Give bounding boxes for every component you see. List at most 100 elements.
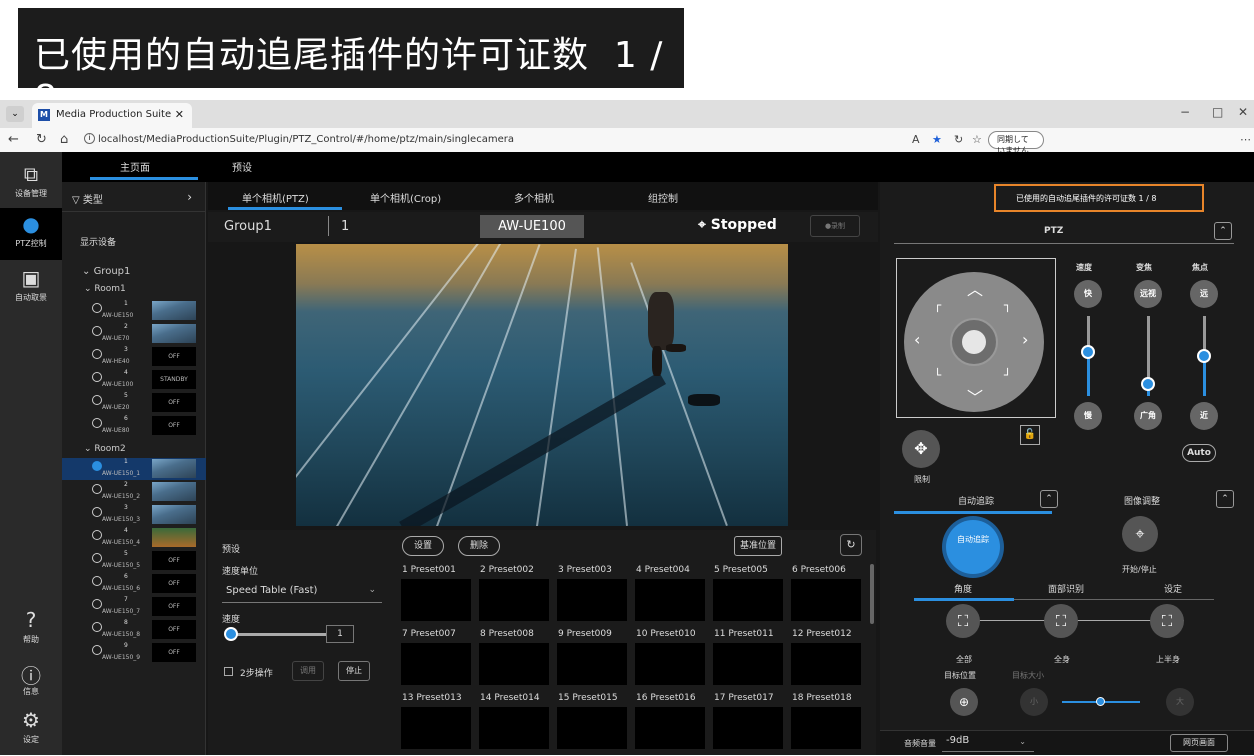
minimize-icon[interactable]: −: [1180, 105, 1190, 119]
ptz-dropdown-icon[interactable]: ⌃: [1214, 222, 1232, 240]
arrow-down-right-icon[interactable]: ┘: [1004, 368, 1011, 382]
frame-all-icon[interactable]: ⛶: [946, 604, 980, 638]
preset-cell[interactable]: 5 Preset005: [710, 562, 785, 624]
frame-full-body-icon[interactable]: ⛶: [1044, 604, 1078, 638]
camera-radio[interactable]: [92, 326, 102, 336]
camera-radio[interactable]: [92, 461, 102, 471]
rail-settings[interactable]: ⚙ 设定: [0, 704, 62, 756]
sync-status-button[interactable]: 同期していません: [988, 131, 1044, 155]
pan-tilt-inner[interactable]: [950, 318, 998, 366]
recall-button[interactable]: 调用: [292, 661, 324, 681]
preset-cell[interactable]: 8 Preset008: [476, 626, 551, 688]
size-small-button[interactable]: 小: [1020, 688, 1048, 716]
lock-icon[interactable]: 🔓: [1020, 425, 1040, 445]
speed-fast-button[interactable]: 快: [1074, 280, 1102, 308]
tab-auto-tracking[interactable]: 自动追踪: [958, 494, 994, 507]
back-icon[interactable]: ←: [8, 132, 19, 147]
tab-face-recognition[interactable]: 面部识别: [1048, 582, 1084, 595]
speed-value-field[interactable]: 1: [326, 625, 354, 643]
camera-item[interactable]: 5 AW-UE20 OFF: [62, 392, 206, 414]
tab-group-control[interactable]: 组控制: [648, 190, 678, 205]
camera-item[interactable]: 1 AW-UE150: [62, 300, 206, 322]
speed-slow-button[interactable]: 慢: [1074, 402, 1102, 430]
pan-tilt-center[interactable]: [962, 330, 986, 354]
preset-delete-button[interactable]: 删除: [458, 536, 500, 556]
record-button[interactable]: ●录制: [810, 215, 860, 237]
preset-cell[interactable]: 15 Preset015: [554, 690, 629, 752]
reload-icon[interactable]: ↻: [36, 132, 47, 147]
rail-device-management[interactable]: ⧉ 设备管理: [0, 158, 62, 210]
preset-cell[interactable]: 13 Preset013: [398, 690, 473, 752]
info-icon[interactable]: i: [84, 133, 95, 144]
tab-image-adjust[interactable]: 图像调整: [1124, 494, 1160, 507]
home-position-button[interactable]: 基准位置: [734, 536, 782, 556]
arrow-right-icon[interactable]: ›: [1022, 330, 1028, 349]
auto-track-button[interactable]: 自动追踪: [946, 520, 1000, 574]
preset-cell[interactable]: 14 Preset014: [476, 690, 551, 752]
rail-info[interactable]: ⓘ 信息: [0, 656, 62, 708]
chevron-right-icon[interactable]: ›: [187, 190, 192, 204]
focus-far-button[interactable]: 远: [1190, 280, 1218, 308]
camera-item[interactable]: 6 AW-UE80 OFF: [62, 415, 206, 437]
two-step-checkbox[interactable]: [224, 667, 233, 676]
camera-radio[interactable]: [92, 599, 102, 609]
rail-help[interactable]: ? 帮助: [0, 604, 62, 656]
tab-actions-icon[interactable]: ⌄: [6, 106, 24, 122]
group-node[interactable]: ⌄ Group1: [82, 266, 130, 277]
size-large-button[interactable]: 大: [1166, 688, 1194, 716]
camera-item[interactable]: 2 AW-UE70: [62, 323, 206, 345]
favorite-star-icon[interactable]: ★: [932, 133, 942, 146]
favorites-icon[interactable]: ☆: [972, 133, 982, 146]
tab-single-ptz[interactable]: 单个相机(PTZ): [242, 190, 309, 205]
slider-handle[interactable]: [1081, 345, 1095, 359]
speed-unit-select[interactable]: Speed Table (Fast) ⌄: [222, 581, 382, 603]
camera-radio[interactable]: [92, 349, 102, 359]
focus-near-button[interactable]: 近: [1190, 402, 1218, 430]
rail-ptz-control[interactable]: ● PTZ控制: [0, 208, 62, 260]
camera-radio[interactable]: [92, 530, 102, 540]
camera-radio[interactable]: [92, 303, 102, 313]
device-filter[interactable]: ▽ 类型 ›: [62, 182, 206, 212]
tab-presets[interactable]: 预设: [232, 159, 252, 174]
browser-tab[interactable]: M Media Production Suite ✕: [32, 103, 192, 128]
camera-item[interactable]: 8 AW-UE150_8 OFF: [62, 619, 206, 641]
arrow-up-icon[interactable]: ︿: [967, 276, 983, 300]
read-aloud-icon[interactable]: A: [912, 133, 920, 146]
preset-cell[interactable]: 17 Preset017: [710, 690, 785, 752]
preset-cell[interactable]: 16 Preset016: [632, 690, 707, 752]
tab-single-crop[interactable]: 单个相机(Crop): [370, 190, 441, 205]
preset-cell[interactable]: 2 Preset002: [476, 562, 551, 624]
camera-radio[interactable]: [92, 576, 102, 586]
camera-radio[interactable]: [92, 418, 102, 428]
camera-radio[interactable]: [92, 645, 102, 655]
tab-settings[interactable]: 设定: [1164, 582, 1182, 595]
pan-tilt-pad[interactable]: ︿ ﹀ ‹ › ┌ ┐ └ ┘: [904, 272, 1044, 412]
url-field[interactable]: localhost/MediaProductionSuite/Plugin/PT…: [98, 134, 514, 145]
refresh-icon[interactable]: ↻: [954, 133, 963, 146]
camera-item[interactable]: 2 AW-UE150_2: [62, 481, 206, 503]
preset-set-button[interactable]: 设置: [402, 536, 444, 556]
tab-angle[interactable]: 角度: [954, 582, 972, 595]
stop-button[interactable]: 停止: [338, 661, 370, 681]
camera-radio[interactable]: [92, 484, 102, 494]
auto-focus-button[interactable]: Auto: [1182, 444, 1216, 462]
preset-cell[interactable]: 12 Preset012: [788, 626, 863, 688]
arrow-up-left-icon[interactable]: ┌: [934, 298, 941, 312]
rail-auto-framing[interactable]: ▣ 自动取景: [0, 262, 62, 314]
preset-cell[interactable]: 6 Preset006: [788, 562, 863, 624]
image-adjust-dropdown-icon[interactable]: ⌃: [1216, 490, 1234, 508]
tab-home[interactable]: 主页面: [120, 159, 150, 174]
target-position-icon[interactable]: ⊕: [950, 688, 978, 716]
room-node[interactable]: ⌄ Room2: [84, 444, 126, 454]
start-stop-icon[interactable]: ⌖: [1122, 516, 1158, 552]
slider-handle[interactable]: [1197, 349, 1211, 363]
camera-radio[interactable]: [92, 553, 102, 563]
target-size-handle[interactable]: [1096, 697, 1105, 706]
camera-preview[interactable]: [296, 244, 788, 526]
auto-tracking-dropdown-icon[interactable]: ⌃: [1040, 490, 1058, 508]
preset-cell[interactable]: 1 Preset001: [398, 562, 473, 624]
arrow-left-icon[interactable]: ‹: [914, 330, 920, 349]
speed-slider-handle[interactable]: [224, 627, 238, 641]
maximize-icon[interactable]: □: [1212, 105, 1223, 119]
camera-radio[interactable]: [92, 507, 102, 517]
